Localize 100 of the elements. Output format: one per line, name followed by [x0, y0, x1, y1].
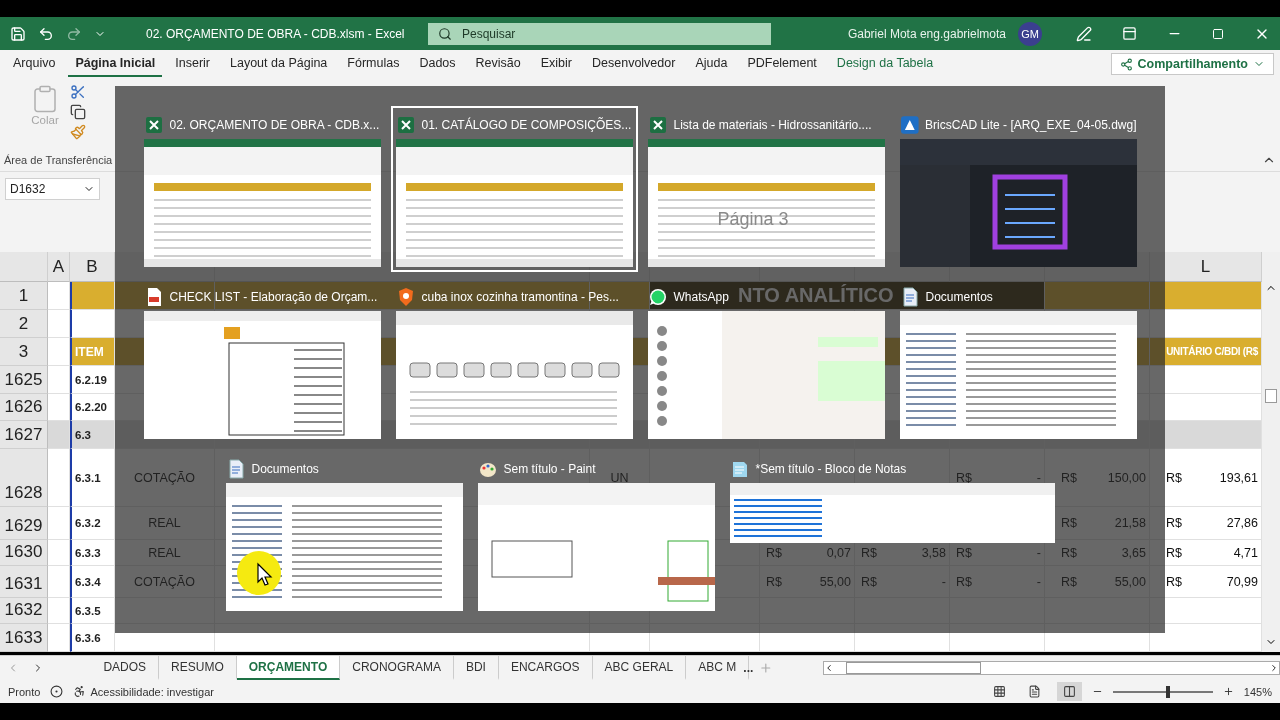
- scroll-thumb[interactable]: [845, 662, 981, 674]
- ribbon-tab[interactable]: Ajuda: [688, 51, 735, 77]
- chat-bubble-icon: [647, 287, 668, 307]
- currency-label: R$: [861, 574, 877, 589]
- ribbon-display-icon[interactable]: [1122, 26, 1137, 41]
- user-avatar[interactable]: GM: [1018, 21, 1042, 46]
- window-title: 01. CATÁLOGO DE COMPOSIÇÕES...: [421, 118, 632, 132]
- ribbon-tab[interactable]: Exibir: [533, 51, 579, 77]
- currency-label: R$: [956, 470, 972, 485]
- currency-label: R$: [1166, 470, 1182, 485]
- undo-icon[interactable]: [38, 25, 54, 42]
- currency-label: R$: [1166, 545, 1182, 560]
- accessibility-icon: [73, 685, 87, 698]
- entry-type: COTAÇÃO: [133, 470, 196, 485]
- row-number[interactable]: 1: [0, 282, 48, 310]
- ribbon-tab[interactable]: PDFelement: [740, 51, 824, 77]
- spreadsheet-app-icon: [395, 115, 416, 135]
- row-number[interactable]: 1626: [0, 394, 48, 421]
- share-button[interactable]: Compartilhamento: [1110, 53, 1274, 75]
- ribbon-tab[interactable]: Revisão: [468, 51, 528, 77]
- window-title: WhatsApp: [673, 290, 729, 304]
- ribbon-tab[interactable]: Layout da Página: [223, 51, 335, 77]
- row-number[interactable]: 1628: [0, 449, 48, 507]
- ribbon-tab[interactable]: Fórmulas: [340, 51, 407, 77]
- currency-label: R$: [861, 545, 877, 560]
- row-number[interactable]: 2: [0, 310, 48, 338]
- ribbon-tab[interactable]: Dados: [412, 51, 463, 77]
- scissors-icon[interactable]: [70, 84, 86, 100]
- window-title: cuba inox cozinha tramontina - Pes...: [421, 290, 619, 304]
- amount-value: 3,58: [921, 545, 946, 560]
- window-tile[interactable]: 01. CATÁLOGO DE COMPOSIÇÕES...: [390, 106, 638, 272]
- spreadsheet-app-icon: [647, 115, 668, 135]
- scroll-thumb[interactable]: [1265, 389, 1277, 403]
- cad-app-icon: [899, 115, 920, 135]
- row-number[interactable]: 1627: [0, 421, 48, 449]
- zoom-thumb[interactable]: [1165, 685, 1170, 698]
- ribbon-tab[interactable]: Arquivo: [6, 51, 63, 77]
- ribbon-tab[interactable]: Desenvolvedor: [585, 51, 683, 77]
- column-title: UNITÁRIO C/BDI (R$: [1165, 346, 1259, 357]
- currency-label: R$: [1061, 516, 1077, 530]
- window-title: Documentos: [925, 290, 993, 304]
- user-name: Gabriel Mota eng.gabrielmota: [847, 26, 1006, 41]
- currency-label: R$: [766, 574, 782, 589]
- currency-label: R$: [956, 545, 972, 560]
- status-text: Pronto: [8, 685, 41, 698]
- grid-icon: [992, 685, 1006, 698]
- currency-label: R$: [1061, 545, 1077, 560]
- amount-value: -: [1036, 545, 1041, 560]
- item-number: 6.3.4: [74, 575, 102, 588]
- window-title: *Sem título - Bloco de Notas: [755, 462, 907, 476]
- entry-type: REAL: [147, 516, 182, 530]
- item-number: 6.3.1: [74, 471, 102, 484]
- window-title: BricsCAD Lite - [ARQ_EXE_04-05.dwg]: [925, 118, 1137, 132]
- column-header[interactable]: A: [48, 252, 70, 282]
- sheet-title: NTO ANALÍTICO: [737, 284, 895, 307]
- ribbon-tab[interactable]: Inserir: [168, 51, 217, 77]
- window-title: Lista de materiais - Hidrossanitário....: [673, 118, 872, 132]
- search-icon: [438, 26, 452, 41]
- scroll-right-icon[interactable]: [1269, 663, 1279, 673]
- page-break-view-button[interactable]: [1056, 682, 1082, 701]
- redo-icon[interactable]: [66, 25, 82, 42]
- macro-record-icon[interactable]: [50, 685, 64, 698]
- row-number[interactable]: 1630: [0, 540, 48, 566]
- row-number[interactable]: 3: [0, 338, 48, 366]
- pen-icon[interactable]: [1076, 25, 1092, 42]
- name-box[interactable]: D1632: [5, 177, 100, 200]
- amount-value: 55,00: [1114, 574, 1146, 589]
- amount-value: 4,71: [1233, 545, 1258, 560]
- sheet-tab[interactable]: ORÇAMENTO: [236, 656, 341, 680]
- currency-label: R$: [956, 574, 972, 589]
- vertical-scrollbar[interactable]: [1262, 252, 1280, 652]
- row-number[interactable]: 1631: [0, 566, 48, 598]
- amount-value: -: [1036, 470, 1041, 485]
- ribbon-tab[interactable]: Design da Tabela: [829, 51, 941, 77]
- zoom-level[interactable]: 145%: [1243, 685, 1272, 698]
- row-number[interactable]: 1625: [0, 366, 48, 394]
- column-header[interactable]: B: [70, 252, 115, 282]
- share-icon: [1119, 57, 1133, 71]
- row-number[interactable]: 1633: [0, 624, 48, 652]
- entry-type: COTAÇÃO: [133, 574, 196, 589]
- item-number: 6.3.5: [74, 604, 102, 617]
- group-label: Área de Transferência: [4, 154, 114, 166]
- row-number[interactable]: 1629: [0, 507, 48, 540]
- accessibility-status[interactable]: Acessibilidade: investigar: [90, 685, 214, 698]
- amount-value: 150,00: [1107, 470, 1146, 485]
- copy-icon[interactable]: [70, 104, 86, 120]
- currency-label: R$: [1061, 470, 1077, 485]
- entry-type: REAL: [147, 545, 182, 560]
- row-number[interactable]: 1632: [0, 598, 48, 624]
- item-number: 6.2.19: [74, 373, 108, 386]
- page-label: Página 3: [717, 209, 789, 230]
- search-field[interactable]: Pesquisar: [428, 22, 771, 45]
- horizontal-scrollbar[interactable]: [822, 661, 1280, 675]
- save-icon[interactable]: [10, 25, 26, 42]
- currency-label: R$: [1166, 516, 1182, 530]
- restore-icon[interactable]: [1212, 27, 1224, 40]
- zoom-in-icon[interactable]: [1222, 686, 1234, 697]
- table-cell: [48, 310, 70, 338]
- window-title: CHECK LIST - Elaboração de Orçam...: [169, 290, 378, 304]
- window-title: Documentos: [251, 462, 319, 476]
